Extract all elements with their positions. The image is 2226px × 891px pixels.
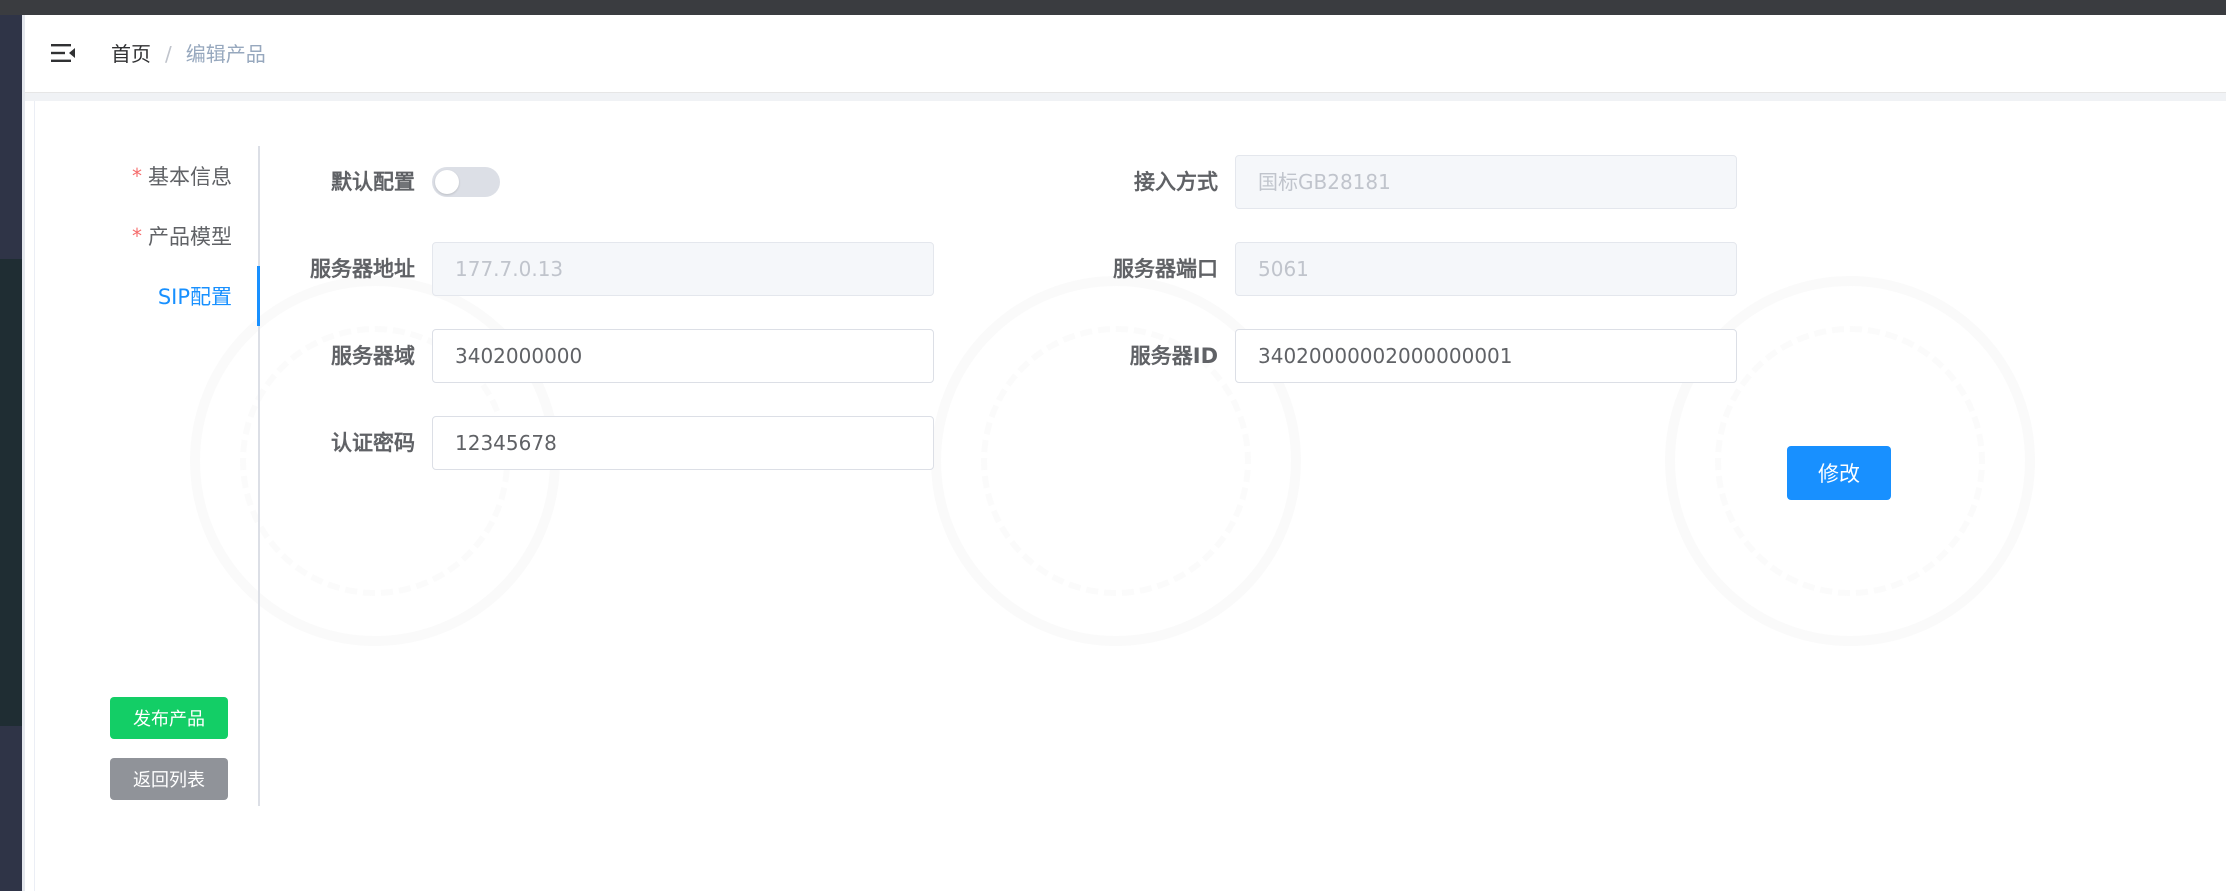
breadcrumb-home[interactable]: 首页 xyxy=(111,41,151,67)
auth-password-label: 认证密码 xyxy=(331,431,415,455)
server-domain-field[interactable]: 3402000000 xyxy=(432,329,934,383)
step-label: 产品模型 xyxy=(148,225,232,249)
step-label: SIP配置 xyxy=(157,285,232,309)
step-sip-config[interactable]: SIP配置 xyxy=(35,266,260,326)
breadcrumb-separator: / xyxy=(165,42,172,66)
back-to-list-button[interactable]: 返回列表 xyxy=(110,758,228,800)
default-config-label: 默认配置 xyxy=(331,170,415,194)
server-address-label: 服务器地址 xyxy=(310,257,415,281)
modify-button[interactable]: 修改 xyxy=(1787,446,1891,500)
step-label: 基本信息 xyxy=(148,165,232,189)
server-address-field[interactable]: 177.7.0.13 xyxy=(432,242,934,296)
menu-fold-icon[interactable] xyxy=(49,39,77,67)
navbar: 首页 / 编辑产品 xyxy=(25,15,2226,93)
required-mark: * xyxy=(132,224,142,248)
sidebar-edge xyxy=(22,15,25,891)
step-basic-info[interactable]: * 基本信息 xyxy=(35,146,260,206)
server-domain-label: 服务器域 xyxy=(331,344,415,368)
auth-password-field[interactable]: 12345678 xyxy=(432,416,934,470)
sidebar-collapsed xyxy=(0,15,25,891)
access-method-label: 接入方式 xyxy=(1134,170,1218,194)
server-port-field[interactable]: 5061 xyxy=(1235,242,1737,296)
server-id-field[interactable]: 34020000002000000001 xyxy=(1235,329,1737,383)
header-divider xyxy=(25,93,2226,101)
breadcrumb-current: 编辑产品 xyxy=(185,42,266,66)
server-port-label: 服务器端口 xyxy=(1113,257,1218,281)
default-config-switch[interactable] xyxy=(432,167,500,197)
product-edit-card: * 基本信息 * 产品模型 SIP配置 发布产品 返回列表 默认配置 接入方式 … xyxy=(34,101,2226,891)
step-product-model[interactable]: * 产品模型 xyxy=(35,206,260,266)
switch-knob xyxy=(435,170,459,194)
breadcrumb: 首页 / 编辑产品 xyxy=(111,41,266,67)
server-id-label: 服务器ID xyxy=(1129,344,1218,368)
publish-product-button[interactable]: 发布产品 xyxy=(110,697,228,739)
window-top-bar xyxy=(0,0,2226,15)
required-mark: * xyxy=(132,164,142,188)
access-method-field[interactable]: 国标GB28181 xyxy=(1235,155,1737,209)
